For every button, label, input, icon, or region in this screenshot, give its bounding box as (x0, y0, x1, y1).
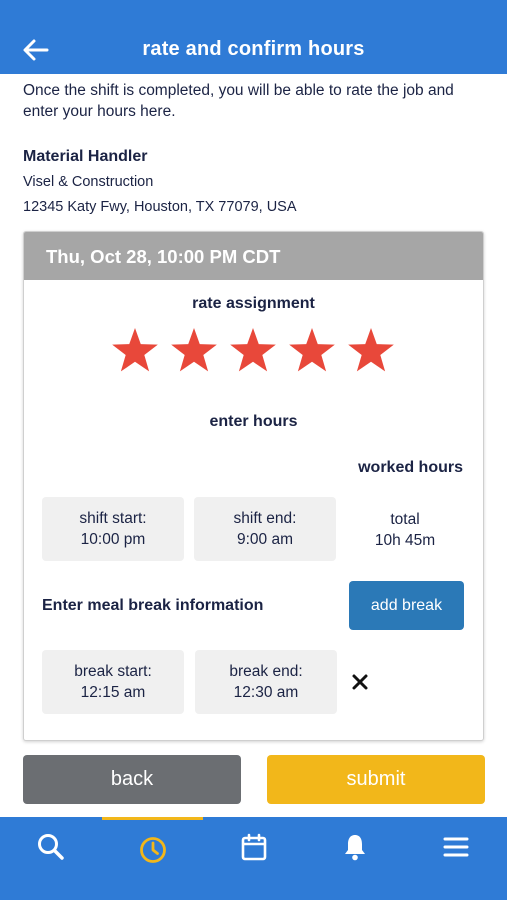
bottom-tab-bar (0, 817, 507, 900)
shift-start-value: 10:00 pm (80, 531, 146, 548)
shift-date-header: Thu, Oct 28, 10:00 PM CDT (24, 232, 483, 280)
break-end-label: break end: (229, 663, 303, 680)
star-icon[interactable] (287, 326, 337, 376)
enter-hours-label: enter hours (209, 413, 298, 430)
shift-start-field[interactable]: shift start: 10:00 pm (42, 497, 184, 561)
remove-break-icon[interactable] (350, 672, 370, 692)
tab-menu[interactable] (405, 817, 506, 900)
intro-text: Once the shift is completed, you will be… (23, 82, 454, 120)
search-icon (37, 834, 64, 860)
star-icon[interactable] (228, 326, 278, 376)
rate-assignment-label: rate assignment (192, 295, 315, 312)
tab-search[interactable] (0, 817, 101, 900)
job-address: 12345 Katy Fwy, Houston, TX 77079, USA (23, 199, 297, 215)
total-value: 10h 45m (374, 532, 436, 549)
company-name: Visel & Construction (23, 174, 154, 190)
tab-notifications[interactable] (304, 817, 405, 900)
menu-icon (443, 837, 468, 857)
total-label: total (390, 511, 420, 528)
total-hours: total 10h 45m (345, 509, 465, 551)
bell-icon (344, 835, 365, 861)
submit-button[interactable]: submit (267, 755, 485, 804)
star-icon[interactable] (110, 326, 160, 376)
add-break-button[interactable]: add break (349, 581, 464, 630)
shift-card: Thu, Oct 28, 10:00 PM CDT rate assignmen… (23, 231, 484, 741)
break-start-value: 12:15 am (80, 684, 146, 701)
shift-end-label: shift end: (233, 510, 297, 527)
page-title: rate and confirm hours (142, 38, 365, 60)
break-end-value: 12:30 am (233, 684, 299, 701)
worked-hours-label: worked hours (358, 459, 463, 476)
break-end-field[interactable]: break end: 12:30 am (195, 650, 337, 714)
job-title: Material Handler (23, 148, 148, 165)
star-icon[interactable] (346, 326, 396, 376)
shift-end-field[interactable]: shift end: 9:00 am (194, 497, 336, 561)
shift-end-value: 9:00 am (236, 531, 293, 548)
meal-break-label: Enter meal break information (42, 597, 264, 614)
tab-calendar[interactable] (203, 817, 304, 900)
break-start-field[interactable]: break start: 12:15 am (42, 650, 184, 714)
star-rating (110, 326, 400, 376)
top-app-bar: rate and confirm hours (0, 0, 507, 74)
star-icon[interactable] (169, 326, 219, 376)
break-start-label: break start: (74, 663, 152, 680)
calendar-icon (241, 833, 266, 861)
clock-icon (139, 837, 166, 863)
shift-start-label: shift start: (79, 510, 147, 527)
back-button[interactable]: back (23, 755, 241, 804)
tab-history[interactable] (102, 817, 203, 900)
